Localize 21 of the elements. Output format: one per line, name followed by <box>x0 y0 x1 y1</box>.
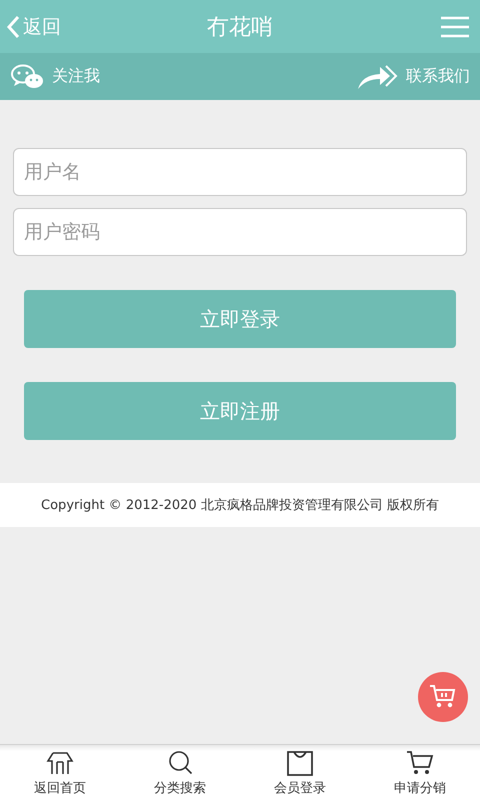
chat-bubbles-icon <box>10 64 44 90</box>
contact-link[interactable]: 联系我们 <box>356 62 470 90</box>
cart-button[interactable] <box>418 672 468 722</box>
menu-icon[interactable] <box>440 14 470 38</box>
login-button[interactable]: 立即登录 <box>24 290 456 348</box>
nav-tab[interactable]: 申请分销 <box>360 745 480 800</box>
nav-tab[interactable]: 会员登录 <box>240 745 360 800</box>
back-button[interactable]: 返回 <box>6 14 61 40</box>
cart-icon <box>429 684 457 710</box>
cart-icon <box>405 748 435 776</box>
follow-link[interactable]: 关注我 <box>10 64 100 90</box>
password-field[interactable]: 用户密码 <box>13 208 467 256</box>
register-button[interactable]: 立即注册 <box>24 382 456 440</box>
chevron-icon <box>6 14 20 38</box>
nav-tab[interactable]: 返回首页 <box>0 745 120 800</box>
page-title: 冇花哨 <box>207 14 273 40</box>
username-field[interactable]: 用户名 <box>13 148 467 196</box>
bag-icon <box>285 748 315 776</box>
copyright-text: Copyright © 2012-2020 北京疯格品牌投资管理有限公司 版权所有 <box>41 497 439 514</box>
nav-tab[interactable]: 分类搜索 <box>120 745 240 800</box>
share-arrow-icon <box>356 62 398 90</box>
